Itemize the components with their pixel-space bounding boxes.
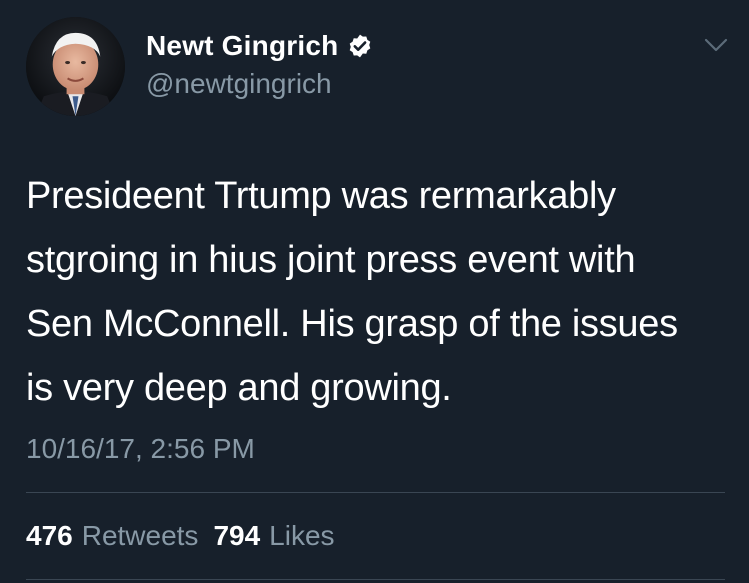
tweet-text: Presideent Trtump was rermarkably stgroi… [26,164,731,420]
retweets-count: 476 [26,520,73,551]
author-handle[interactable]: @newtgingrich [146,67,332,101]
author-name-row[interactable]: Newt Gingrich [146,29,373,63]
engagement-stats: 476 Retweets 794 Likes [26,519,335,553]
tweet-text-line: Presideent Trtump was rermarkably [26,175,616,217]
tweet-text-line: Sen McConnell. His grasp of the issues [26,303,678,345]
tweet-timestamp[interactable]: 10/16/17, 2:56 PM [26,432,255,466]
likes-stat[interactable]: 794 Likes [213,519,334,553]
likes-label: Likes [269,520,335,551]
avatar-photo-icon [26,17,125,116]
avatar[interactable] [26,17,125,116]
verified-badge-icon [347,33,373,59]
divider [26,579,725,580]
retweets-label: Retweets [81,520,199,551]
chevron-down-icon[interactable] [703,36,729,54]
likes-count: 794 [213,520,261,551]
tweet-text-line: stgroing in hius joint press event with [26,239,636,281]
tweet-card: Newt Gingrich @newtgingrich Presideent T… [0,0,749,583]
author-display-name[interactable]: Newt Gingrich [146,29,338,63]
divider [26,492,725,493]
retweets-stat[interactable]: 476 Retweets [26,519,198,553]
tweet-text-line: is very deep and growing. [26,367,452,409]
